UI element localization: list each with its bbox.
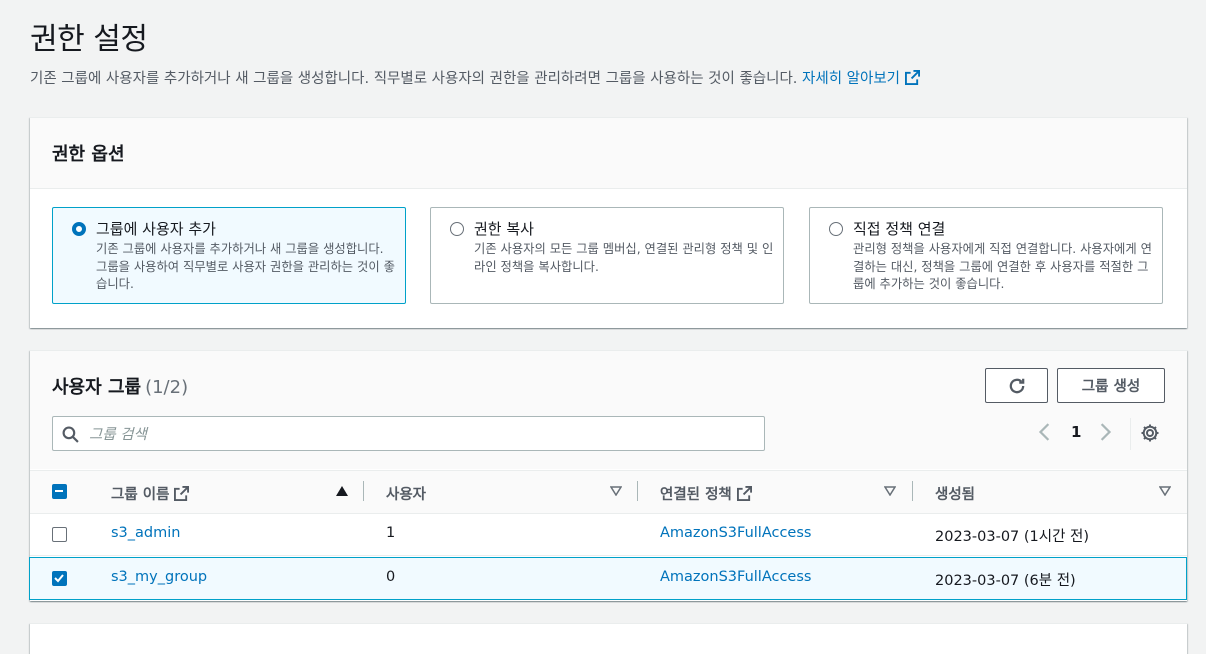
- user-groups-panel: 사용자 그룹(1/2) 그룹 생성 1 그룹 이름 사용자 연결된 정책: [29, 350, 1187, 601]
- column-header-name[interactable]: 그룹 이름: [111, 483, 190, 504]
- radio-button[interactable]: [450, 222, 464, 236]
- previous-page-button[interactable]: [1036, 423, 1054, 445]
- option-copy-permissions[interactable]: 권한 복사 기존 사용자의 모든 그룹 멤버십, 연결된 관리형 정책 및 인라…: [430, 207, 784, 304]
- option-attach-policy[interactable]: 직접 정책 연결 관리형 정책을 사용자에게 직접 연결합니다. 사용자에게 연…: [809, 207, 1163, 304]
- chevron-right-icon: [1100, 423, 1112, 441]
- option-title: 직접 정책 연결: [853, 220, 946, 238]
- option-title: 권한 복사: [474, 220, 534, 238]
- sort-icon[interactable]: [884, 486, 896, 496]
- row-checkbox[interactable]: [52, 527, 67, 542]
- description-text: 기존 그룹에 사용자를 추가하거나 새 그룹을 생성합니다. 직무별로 사용자의…: [30, 71, 798, 87]
- table-row[interactable]: s3_my_group 0 AmazonS3FullAccess 2023-03…: [29, 557, 1187, 600]
- column-label: 연결된 정책: [660, 487, 732, 503]
- option-title: 그룹에 사용자 추가: [96, 220, 216, 238]
- refresh-button[interactable]: [985, 368, 1048, 403]
- column-divider: [637, 481, 638, 501]
- option-description: 관리형 정책을 사용자에게 직접 연결합니다. 사용자에게 연결하는 대신, 정…: [853, 242, 1152, 291]
- policy-link[interactable]: AmazonS3FullAccess: [660, 569, 811, 585]
- user-groups-title: 사용자 그룹 (1/2): [52, 373, 188, 399]
- radio-button[interactable]: [72, 222, 86, 236]
- column-header-policies[interactable]: 연결된 정책: [660, 483, 752, 504]
- radio-button[interactable]: [829, 222, 843, 236]
- row-checkbox[interactable]: [52, 571, 67, 586]
- column-divider: [363, 481, 364, 501]
- user-groups-title-text: 사용자 그룹: [52, 377, 142, 398]
- sort-icon[interactable]: [1159, 486, 1171, 496]
- table-header: 그룹 이름 사용자 연결된 정책 생성됨: [30, 470, 1187, 514]
- learn-more-link[interactable]: 자세히 알아보기: [802, 70, 921, 87]
- user-count: 0: [386, 569, 396, 585]
- table-row[interactable]: s3_admin 1 AmazonS3FullAccess 2023-03-07…: [30, 513, 1187, 556]
- option-add-to-group[interactable]: 그룹에 사용자 추가 기존 그룹에 사용자를 추가하거나 새 그룹을 생성합니다…: [52, 207, 406, 304]
- checkmark-icon: [54, 574, 64, 583]
- group-name-link[interactable]: s3_my_group: [111, 569, 207, 585]
- external-link-icon: [905, 70, 921, 85]
- next-page-button[interactable]: [1096, 423, 1114, 445]
- column-header-users[interactable]: 사용자: [386, 483, 426, 504]
- permission-options-title: 권한 옵션: [52, 144, 125, 165]
- panel-header: 권한 옵션: [30, 118, 1187, 189]
- option-description: 기존 사용자의 모든 그룹 멤버십, 연결된 관리형 정책 및 인라인 정책을 …: [474, 242, 774, 274]
- column-header-created[interactable]: 생성됨: [935, 483, 975, 504]
- sort-icon[interactable]: [610, 486, 622, 496]
- external-link-icon: [736, 486, 752, 501]
- page-title: 권한 설정: [30, 22, 148, 57]
- chevron-left-icon: [1038, 423, 1050, 441]
- external-link-icon: [174, 486, 190, 501]
- learn-more-label: 자세히 알아보기: [802, 71, 901, 87]
- group-search[interactable]: [52, 416, 765, 452]
- created-date: 2023-03-07 (1시간 전): [935, 529, 1090, 545]
- user-count: 1: [386, 525, 396, 541]
- permission-options-panel: 권한 옵션 그룹에 사용자 추가 기존 그룹에 사용자를 추가하거나 새 그룹을…: [30, 117, 1187, 328]
- search-icon: [62, 426, 79, 443]
- select-all-checkbox[interactable]: [52, 484, 67, 499]
- gear-icon: [1141, 424, 1159, 442]
- indeterminate-icon: [55, 490, 63, 492]
- created-date: 2023-03-07 (6분 전): [935, 573, 1076, 589]
- column-label: 그룹 이름: [111, 487, 170, 503]
- option-description: 기존 그룹에 사용자를 추가하거나 새 그룹을 생성합니다. 그룹을 사용하여 …: [96, 242, 395, 291]
- column-divider: [912, 481, 913, 501]
- preferences-button[interactable]: [1140, 423, 1160, 447]
- refresh-icon: [1009, 378, 1024, 393]
- page-number[interactable]: 1: [1071, 423, 1081, 441]
- pager-divider: [1130, 418, 1131, 450]
- policy-link[interactable]: AmazonS3FullAccess: [660, 525, 811, 541]
- next-panel: [30, 623, 1187, 654]
- group-name-link[interactable]: s3_admin: [111, 525, 180, 541]
- page-description: 기존 그룹에 사용자를 추가하거나 새 그룹을 생성합니다. 직무별로 사용자의…: [30, 67, 921, 88]
- selection-count: (1/2): [145, 377, 189, 398]
- search-input[interactable]: [87, 417, 751, 452]
- sort-ascending-icon[interactable]: [336, 486, 348, 496]
- create-group-button[interactable]: 그룹 생성: [1057, 368, 1165, 403]
